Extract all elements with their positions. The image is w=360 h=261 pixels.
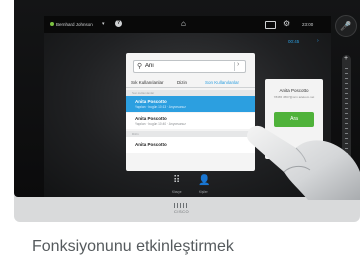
user-name[interactable]: Bernhard Johnson bbox=[56, 22, 93, 27]
clock: 23:00 bbox=[302, 22, 314, 27]
brand-logo: CISCO bbox=[174, 209, 190, 214]
microphone-icon[interactable]: 🎤 bbox=[335, 15, 357, 37]
tab-favorites[interactable]: Sık Kullanılanlar bbox=[131, 80, 164, 85]
keypad-icon[interactable]: ⠿ bbox=[173, 175, 180, 186]
search-icon: ⚲ bbox=[137, 63, 143, 70]
tab-divider bbox=[126, 87, 255, 88]
settings-icon[interactable]: ⚙ bbox=[283, 19, 290, 28]
help-icon[interactable]: ? bbox=[115, 20, 122, 27]
availability-indicator bbox=[50, 22, 54, 26]
user-menu-chevron-icon[interactable]: ▾ bbox=[102, 21, 105, 27]
tab-directory[interactable]: Dizin bbox=[177, 80, 187, 85]
result-row[interactable]: Anita Poscotto Yapılan · bugün 10:40 · A… bbox=[126, 113, 255, 129]
search-input[interactable] bbox=[145, 62, 233, 70]
keypad-label: Klavye bbox=[172, 190, 182, 194]
cisco-logo-icon bbox=[174, 203, 188, 208]
dialog-bottom-bar: ⠿ Klavye 👤 Kişiler bbox=[126, 173, 255, 197]
result-row-selected[interactable]: Anita Poscotto Yapılan · bugün 10:13 · A… bbox=[126, 96, 255, 112]
search-field[interactable]: ⚲ › bbox=[133, 60, 246, 73]
tab-recents[interactable]: Son Kullanılanlar bbox=[205, 80, 239, 85]
result-detail: Yapılan · bugün 10:13 · Arıyorsunuz bbox=[135, 105, 186, 109]
contacts-label: Kişiler bbox=[199, 190, 208, 194]
result-name: Anita Poscotto bbox=[135, 99, 167, 104]
volume-plus-icon[interactable]: + bbox=[344, 55, 348, 62]
contacts-icon[interactable]: 👤 bbox=[198, 175, 210, 186]
chevron-right-icon[interactable]: › bbox=[317, 38, 319, 44]
result-name: Anita Poscotto bbox=[135, 142, 167, 147]
result-detail: Yapılan · bugün 10:40 · Arıyorsunuz bbox=[135, 122, 186, 126]
result-row[interactable]: Anita Poscotto bbox=[126, 137, 255, 153]
selfview-icon[interactable] bbox=[265, 21, 276, 29]
pointing-hand-icon bbox=[247, 125, 360, 200]
call-dialog: ⚲ › Sık Kullanılanlar Dizin Son Kullanıl… bbox=[126, 53, 255, 171]
chevron-right-icon[interactable]: › bbox=[237, 61, 239, 68]
status-bar: Bernhard Johnson ▾ ? ⌂ ⚙ 23:00 bbox=[44, 16, 331, 33]
home-icon[interactable]: ⌂ bbox=[181, 19, 186, 28]
result-name: Anita Poscotto bbox=[135, 116, 167, 121]
search-divider bbox=[234, 62, 235, 71]
caption-text: Fonksiyonunu etkinleştirmek bbox=[32, 238, 234, 255]
meeting-time: 00:45 bbox=[288, 39, 300, 44]
